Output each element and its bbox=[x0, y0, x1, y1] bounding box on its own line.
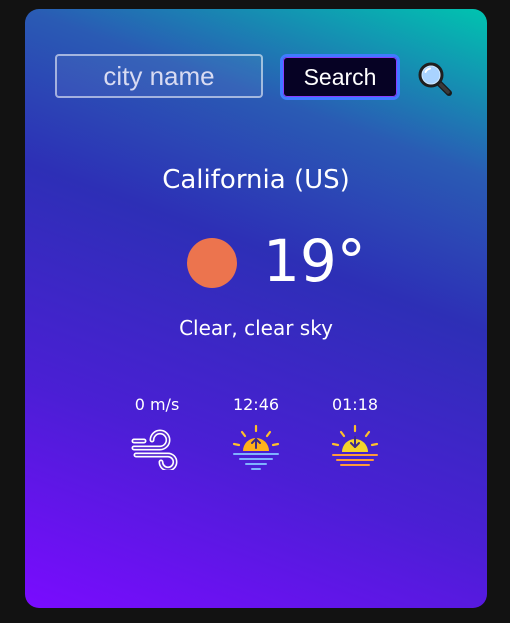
wind-stat: 0 m/s bbox=[117, 395, 197, 470]
weather-card: Search California (US) 19° Clear, clear … bbox=[25, 9, 487, 608]
clear-sun-icon bbox=[187, 238, 237, 288]
sunset-time-value: 01:18 bbox=[331, 395, 379, 414]
sunset-stat: 01:18 bbox=[315, 395, 395, 474]
sunrise-time-value: 12:46 bbox=[232, 395, 280, 414]
search-button[interactable]: Search bbox=[280, 54, 400, 100]
sunset-icon bbox=[331, 424, 379, 466]
location-title: California (US) bbox=[162, 165, 350, 195]
wind-speed-value: 0 m/s bbox=[134, 395, 180, 414]
wind-icon bbox=[131, 429, 178, 470]
search-bar: Search bbox=[55, 54, 457, 100]
temperature-row: 19° bbox=[25, 227, 487, 299]
sunrise-stat: 12:46 bbox=[216, 395, 296, 474]
sunrise-icon bbox=[232, 424, 280, 470]
temperature-value: 19° bbox=[263, 227, 366, 295]
search-icon[interactable] bbox=[417, 61, 453, 97]
weather-description: Clear, clear sky bbox=[179, 316, 333, 340]
city-name-input[interactable] bbox=[55, 54, 263, 98]
